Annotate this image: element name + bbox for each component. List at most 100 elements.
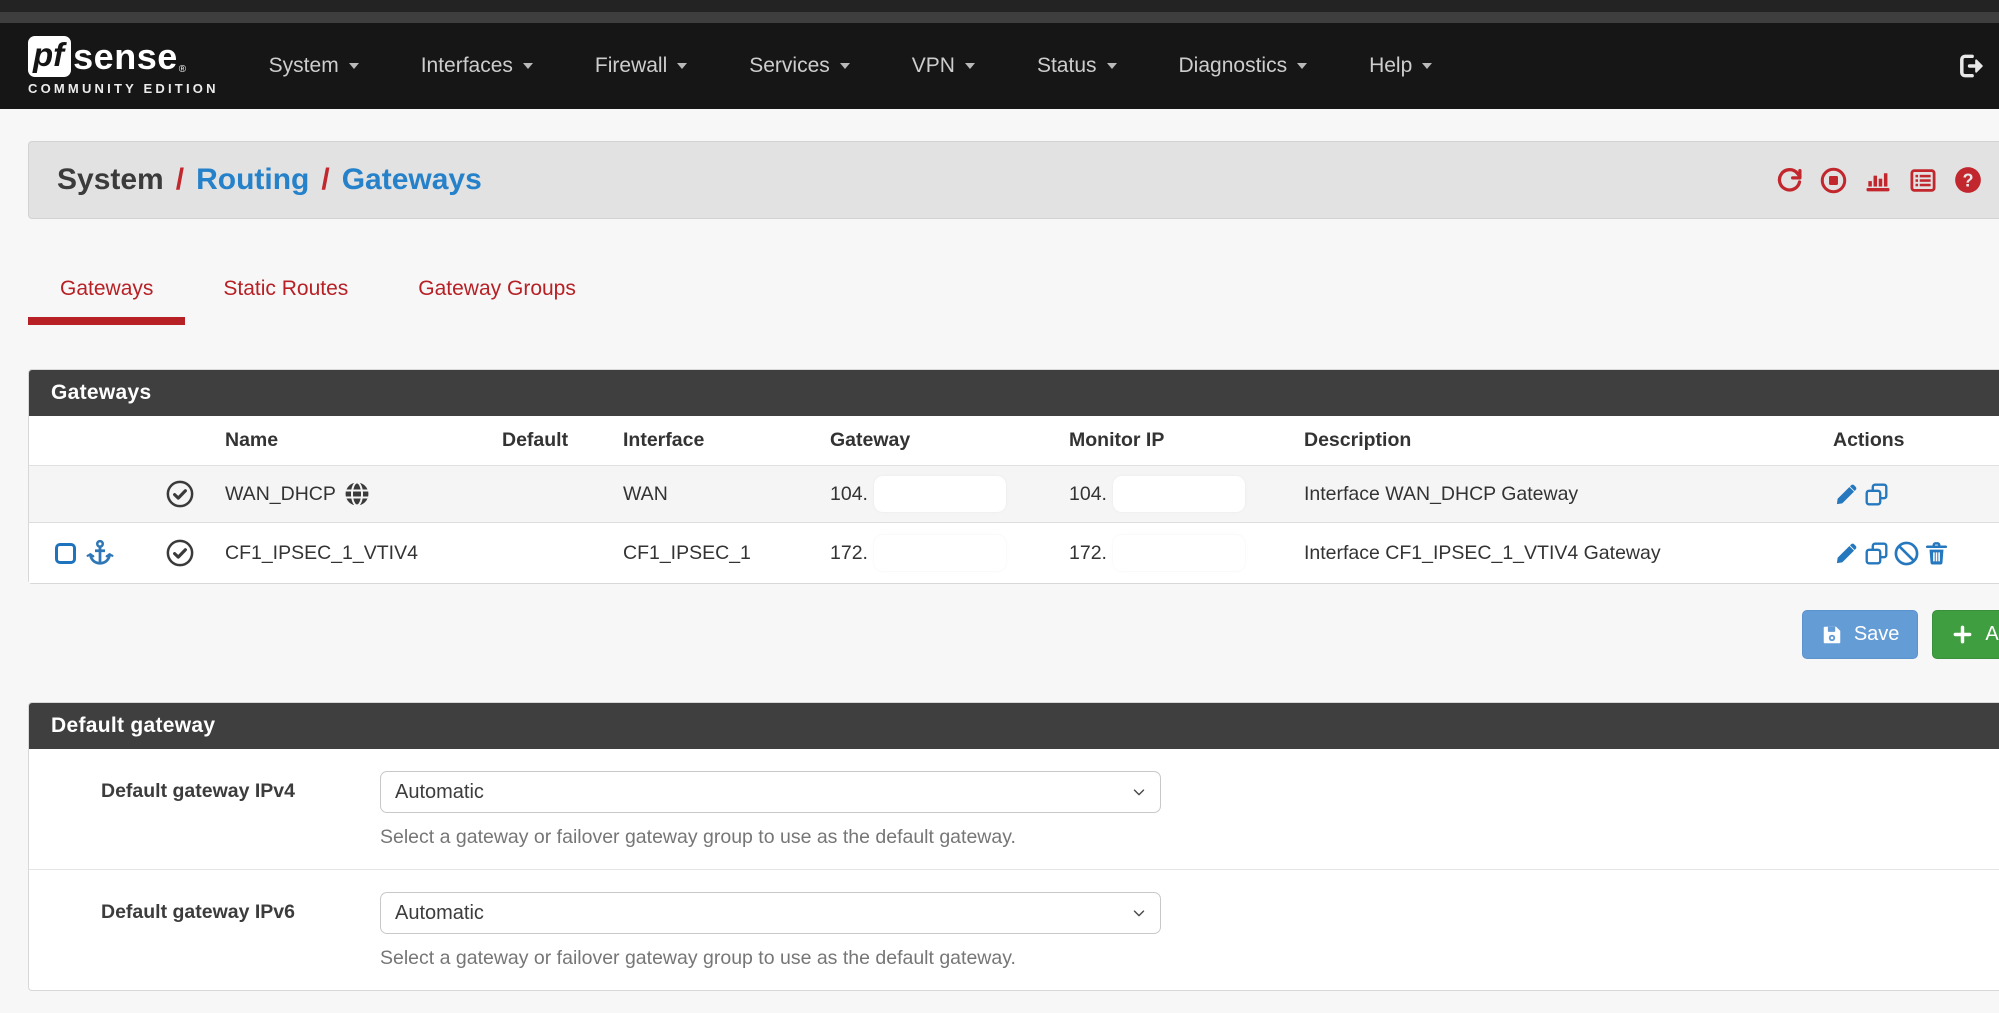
table-header-row: Name Default Interface Gateway Monitor I… bbox=[29, 416, 1999, 466]
default-gateway-ipv4-help: Select a gateway or failover gateway gro… bbox=[380, 826, 1999, 849]
menu-label: System bbox=[269, 54, 339, 78]
help-icon: ? bbox=[1953, 165, 1983, 195]
caret-down-icon bbox=[965, 63, 975, 69]
save-label: Save bbox=[1854, 623, 1900, 646]
edit-button[interactable] bbox=[1833, 481, 1860, 508]
stop-circle-icon bbox=[1819, 166, 1848, 195]
add-label: Add bbox=[1985, 623, 1999, 646]
breadcrumb-separator: / bbox=[176, 163, 184, 197]
monitoring-button[interactable] bbox=[1863, 166, 1893, 195]
menu-item-system[interactable]: System bbox=[269, 54, 359, 78]
plus-icon bbox=[1951, 623, 1974, 646]
breadcrumb-separator: / bbox=[321, 163, 329, 197]
default-gateway-panel: Default gateway Default gateway IPv4 Aut… bbox=[28, 702, 1999, 991]
default-gateway-ipv6-select[interactable]: Automatic bbox=[380, 892, 1161, 934]
gateway-name: CF1_IPSEC_1_VTIV4 bbox=[225, 542, 418, 565]
ban-icon bbox=[1893, 540, 1920, 567]
svg-text:?: ? bbox=[1962, 170, 1973, 190]
caret-down-icon bbox=[349, 63, 359, 69]
save-icon bbox=[1821, 624, 1843, 646]
default-gateway-form: Default gateway IPv4 Automatic Select a … bbox=[29, 749, 1999, 990]
check-circle-icon bbox=[165, 538, 195, 568]
disable-button[interactable] bbox=[1893, 540, 1920, 567]
delete-button[interactable] bbox=[1923, 540, 1950, 567]
breadcrumb-link-routing[interactable]: Routing bbox=[196, 163, 309, 197]
status-cell bbox=[29, 466, 225, 522]
default-gateway-ipv4-label: Default gateway IPv4 bbox=[101, 771, 380, 849]
save-button[interactable]: Save bbox=[1802, 610, 1919, 659]
edit-button[interactable] bbox=[1833, 540, 1860, 567]
status-cell bbox=[29, 523, 225, 583]
actions-bar: Save Add bbox=[28, 610, 1999, 659]
pfsense-logo-sense: sense bbox=[73, 39, 178, 75]
brand-logo[interactable]: pf sense ® COMMUNITY EDITION bbox=[28, 36, 219, 96]
navbar: pf sense ® COMMUNITY EDITION System Inte… bbox=[0, 23, 1999, 109]
actions-cell bbox=[1833, 540, 1999, 567]
help-button[interactable]: ? bbox=[1953, 165, 1983, 195]
gateway-address-cell: 104. bbox=[830, 476, 1069, 512]
gateway-address: 104. bbox=[830, 483, 868, 506]
panel-title: Gateways bbox=[29, 370, 1999, 416]
column-name: Name bbox=[225, 429, 502, 452]
copy-icon bbox=[1863, 540, 1890, 567]
menu-item-vpn[interactable]: VPN bbox=[912, 54, 975, 78]
gateway-name-cell: CF1_IPSEC_1_VTIV4 bbox=[225, 542, 502, 565]
menu-item-help[interactable]: Help bbox=[1369, 54, 1432, 78]
breadcrumb: System / Routing / Gateways bbox=[28, 141, 1999, 219]
interface-cell: CF1_IPSEC_1 bbox=[623, 542, 830, 565]
monitor-ip: 172. bbox=[1069, 542, 1107, 565]
registered-mark: ® bbox=[179, 64, 186, 75]
column-monitor-ip: Monitor IP bbox=[1069, 429, 1304, 452]
logout-button[interactable] bbox=[1956, 51, 1987, 82]
column-default: Default bbox=[502, 429, 623, 452]
window-chrome-strip bbox=[0, 12, 1999, 23]
menu-label: Diagnostics bbox=[1179, 54, 1288, 78]
menu-label: Help bbox=[1369, 54, 1412, 78]
log-button[interactable] bbox=[1908, 166, 1938, 195]
menu-item-status[interactable]: Status bbox=[1037, 54, 1117, 78]
menu-item-diagnostics[interactable]: Diagnostics bbox=[1179, 54, 1308, 78]
caret-down-icon bbox=[1422, 63, 1432, 69]
form-row-ipv4: Default gateway IPv4 Automatic Select a … bbox=[29, 749, 1999, 869]
column-gateway: Gateway bbox=[830, 429, 1069, 452]
redaction-blur bbox=[874, 476, 1006, 512]
tab-static-routes[interactable]: Static Routes bbox=[191, 265, 380, 325]
menu-label: Firewall bbox=[595, 54, 667, 78]
description-cell: Interface CF1_IPSEC_1_VTIV4 Gateway bbox=[1304, 542, 1833, 565]
menu-label: Interfaces bbox=[421, 54, 513, 78]
monitor-ip: 104. bbox=[1069, 483, 1107, 506]
caret-down-icon bbox=[840, 63, 850, 69]
copy-button[interactable] bbox=[1863, 540, 1890, 567]
breadcrumb-link-gateways[interactable]: Gateways bbox=[342, 163, 482, 197]
panel-title: Default gateway bbox=[29, 703, 1999, 749]
menu-label: VPN bbox=[912, 54, 955, 78]
sign-out-icon bbox=[1956, 51, 1987, 82]
gateway-address: 172. bbox=[830, 542, 868, 565]
add-button[interactable]: Add bbox=[1932, 610, 1999, 659]
pfsense-logo-pf: pf bbox=[28, 36, 71, 77]
default-gateway-ipv6-help: Select a gateway or failover gateway gro… bbox=[380, 947, 1999, 970]
page-title: System / Routing / Gateways bbox=[57, 163, 482, 197]
redaction-blur bbox=[1113, 476, 1245, 512]
stop-button[interactable] bbox=[1819, 166, 1848, 195]
table-row: CF1_IPSEC_1_VTIV4 CF1_IPSEC_1 172. 172. … bbox=[29, 523, 1999, 583]
default-gateway-ipv6-select-wrap: Automatic bbox=[380, 892, 1161, 934]
default-gateway-ipv4-select[interactable]: Automatic bbox=[380, 771, 1161, 813]
menu-item-firewall[interactable]: Firewall bbox=[595, 54, 687, 78]
window-chrome-top bbox=[0, 0, 1999, 12]
page-content: System / Routing / Gateways bbox=[28, 141, 1999, 991]
caret-down-icon bbox=[677, 63, 687, 69]
trash-icon bbox=[1923, 540, 1950, 567]
tab-gateways[interactable]: Gateways bbox=[28, 265, 185, 325]
copy-button[interactable] bbox=[1863, 481, 1890, 508]
menu-item-services[interactable]: Services bbox=[749, 54, 850, 78]
refresh-button[interactable] bbox=[1775, 166, 1804, 195]
main-menu: System Interfaces Firewall Services VPN … bbox=[269, 54, 1433, 78]
redaction-blur bbox=[874, 535, 1006, 571]
anchor-icon bbox=[85, 538, 115, 568]
menu-item-interfaces[interactable]: Interfaces bbox=[421, 54, 533, 78]
gateway-address-cell: 172. bbox=[830, 535, 1069, 571]
community-edition-label: COMMUNITY EDITION bbox=[28, 81, 219, 96]
globe-icon bbox=[343, 480, 371, 508]
tab-gateway-groups[interactable]: Gateway Groups bbox=[386, 265, 608, 325]
